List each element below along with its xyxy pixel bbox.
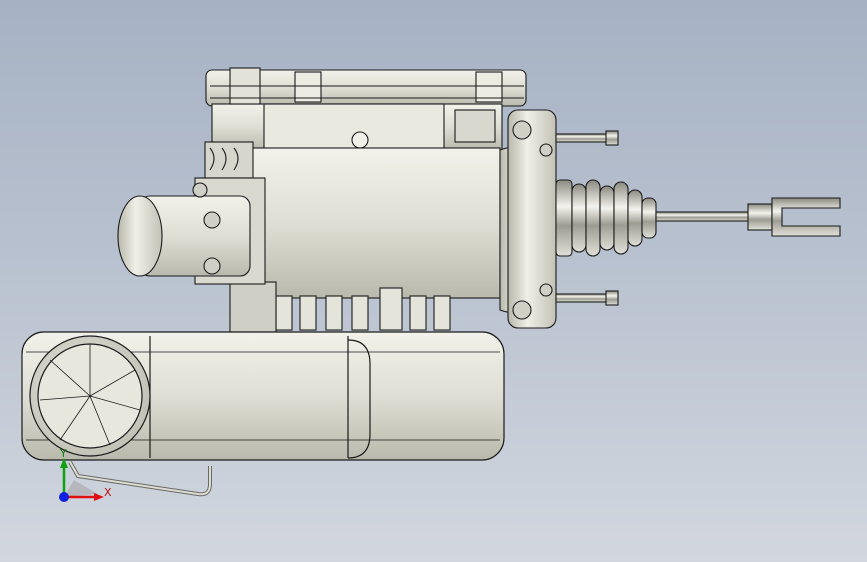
- y-axis-label: Y: [59, 447, 67, 460]
- x-axis-label: X: [104, 486, 112, 499]
- pump-motor: [117, 177, 266, 285]
- model-view[interactable]: X Y: [0, 0, 867, 562]
- push-rod: [655, 197, 841, 237]
- control-unit-housing: [205, 67, 527, 151]
- z-axis-dot: [59, 492, 69, 502]
- fluid-reservoir: [21, 331, 505, 497]
- bellows-boot: [555, 179, 657, 257]
- cad-viewport[interactable]: X Y: [0, 0, 867, 562]
